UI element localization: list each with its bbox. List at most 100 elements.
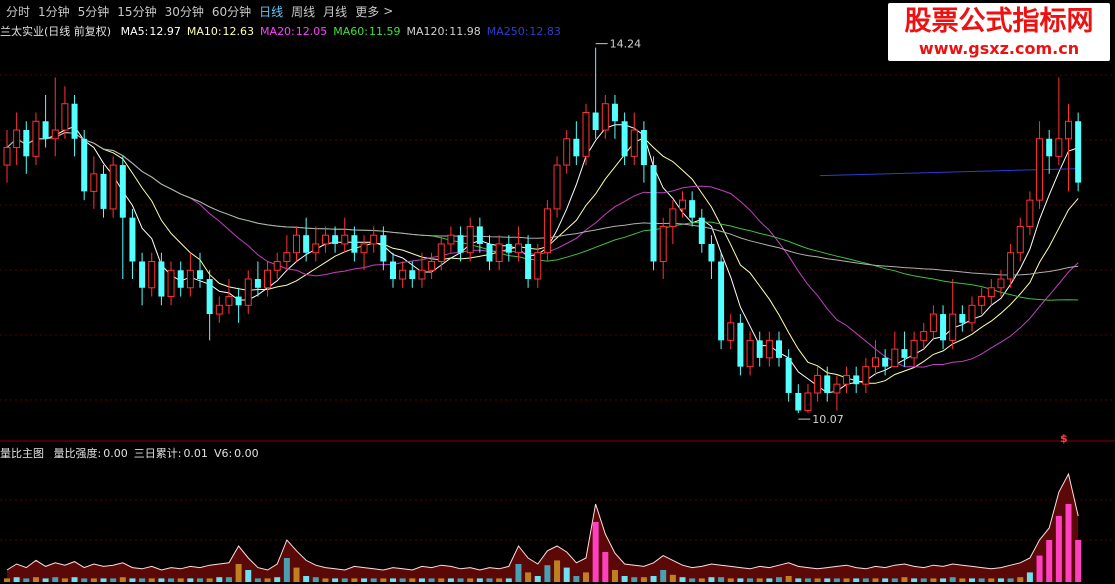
volume-bar[interactable] — [843, 578, 850, 582]
candle-body[interactable] — [206, 279, 213, 315]
candle-body[interactable] — [428, 260, 436, 271]
volume-bar[interactable] — [1036, 555, 1043, 582]
volume-bar[interactable] — [235, 564, 242, 582]
candle-body[interactable] — [592, 112, 599, 131]
candle-body[interactable] — [862, 366, 870, 385]
candle-body[interactable] — [3, 147, 11, 166]
volume-bar[interactable] — [293, 567, 300, 582]
candle-body[interactable] — [872, 357, 879, 368]
candle-body[interactable] — [1007, 252, 1015, 280]
candle-body[interactable] — [486, 243, 493, 262]
volume-bar[interactable] — [583, 572, 589, 582]
candle-body[interactable] — [139, 261, 146, 288]
volume-bar[interactable] — [650, 576, 657, 582]
volume-bar[interactable] — [988, 578, 995, 582]
volume-bar[interactable] — [930, 578, 937, 582]
candle-body[interactable] — [380, 235, 387, 262]
volume-bar[interactable] — [390, 578, 396, 582]
candle-body[interactable] — [23, 130, 30, 157]
volume-bar[interactable] — [573, 576, 580, 582]
candle-body[interactable] — [1016, 225, 1024, 254]
candle-body[interactable] — [814, 374, 822, 394]
candle-body[interactable] — [197, 270, 203, 280]
volume-bar[interactable] — [42, 578, 49, 582]
volume-bar[interactable] — [718, 577, 725, 582]
volume-bar[interactable] — [119, 577, 126, 582]
volume-bar[interactable] — [621, 576, 628, 582]
volume-bar[interactable] — [804, 578, 811, 582]
volume-bar[interactable] — [71, 577, 78, 582]
volume-bar[interactable] — [689, 578, 696, 582]
volume-bar[interactable] — [187, 578, 194, 582]
volume-bar[interactable] — [949, 577, 956, 582]
candle-body[interactable] — [910, 339, 918, 359]
volume-bar[interactable] — [245, 570, 252, 582]
candle-body[interactable] — [409, 270, 416, 280]
candle-body[interactable] — [167, 269, 175, 298]
volume-bar[interactable] — [168, 578, 175, 582]
volume-bar[interactable] — [225, 577, 232, 582]
candle-body[interactable] — [71, 103, 78, 139]
candle-body[interactable] — [215, 304, 223, 315]
volume-bar[interactable] — [303, 576, 310, 582]
candle-body[interactable] — [466, 225, 474, 254]
volume-bar[interactable] — [158, 578, 165, 582]
volume-bar[interactable] — [795, 578, 802, 582]
volume-bar[interactable] — [776, 577, 782, 582]
candle-body[interactable] — [254, 279, 261, 288]
volume-bar[interactable] — [61, 578, 68, 582]
candle-body[interactable] — [621, 121, 628, 157]
candle-body[interactable] — [514, 243, 522, 254]
candle-body[interactable] — [718, 261, 725, 341]
volume-bar[interactable] — [534, 576, 541, 582]
candle-body[interactable] — [351, 235, 358, 253]
candle-body[interactable] — [534, 252, 542, 280]
volume-bar[interactable] — [679, 577, 686, 582]
candle-body[interactable] — [756, 340, 763, 358]
candle-body[interactable] — [32, 120, 40, 157]
volume-bar[interactable] — [708, 577, 715, 582]
volume-bar[interactable] — [872, 578, 879, 582]
candle-body[interactable] — [959, 314, 966, 323]
candle-body[interactable] — [1055, 138, 1063, 157]
candle-body[interactable] — [148, 260, 156, 289]
volume-bar[interactable] — [505, 578, 512, 582]
volume-bar[interactable] — [438, 578, 445, 582]
candle-body[interactable] — [949, 313, 957, 341]
candle-body[interactable] — [244, 278, 252, 306]
volume-bar[interactable] — [264, 578, 271, 582]
volume-bar[interactable] — [81, 578, 88, 582]
candle-body[interactable] — [129, 217, 136, 262]
volume-bar[interactable] — [447, 578, 454, 582]
volume-bar[interactable] — [1046, 540, 1053, 582]
candle-body[interactable] — [1075, 121, 1082, 183]
candle-body[interactable] — [650, 165, 657, 262]
volume-bar[interactable] — [669, 574, 676, 582]
volume-bar[interactable] — [660, 570, 667, 582]
candle-body[interactable] — [601, 103, 609, 131]
volume-bar[interactable] — [312, 577, 319, 582]
volume-bar[interactable] — [554, 560, 561, 582]
volume-bar[interactable] — [563, 567, 570, 582]
volume-bar[interactable] — [640, 577, 647, 582]
volume-bar[interactable] — [756, 578, 763, 582]
volume-bar[interactable] — [766, 578, 773, 582]
volume-bar[interactable] — [747, 578, 754, 582]
candle-body[interactable] — [997, 278, 1005, 289]
volume-bar[interactable] — [467, 578, 474, 582]
volume-bar[interactable] — [100, 578, 107, 582]
candle-body[interactable] — [901, 349, 908, 358]
candle-body[interactable] — [785, 357, 792, 393]
volume-bar[interactable] — [833, 578, 840, 582]
volume-bar[interactable] — [283, 558, 290, 582]
volume-bar[interactable] — [1026, 572, 1033, 582]
candle-body[interactable] — [611, 103, 618, 122]
candle-body[interactable] — [737, 322, 744, 367]
candle-body[interactable] — [824, 375, 831, 393]
candle-body[interactable] — [1036, 138, 1044, 201]
candle-body[interactable] — [476, 226, 483, 244]
volume-bar[interactable] — [361, 578, 368, 582]
candle-body[interactable] — [109, 164, 117, 210]
volume-bar[interactable] — [602, 552, 609, 582]
candle-body[interactable] — [341, 234, 349, 245]
